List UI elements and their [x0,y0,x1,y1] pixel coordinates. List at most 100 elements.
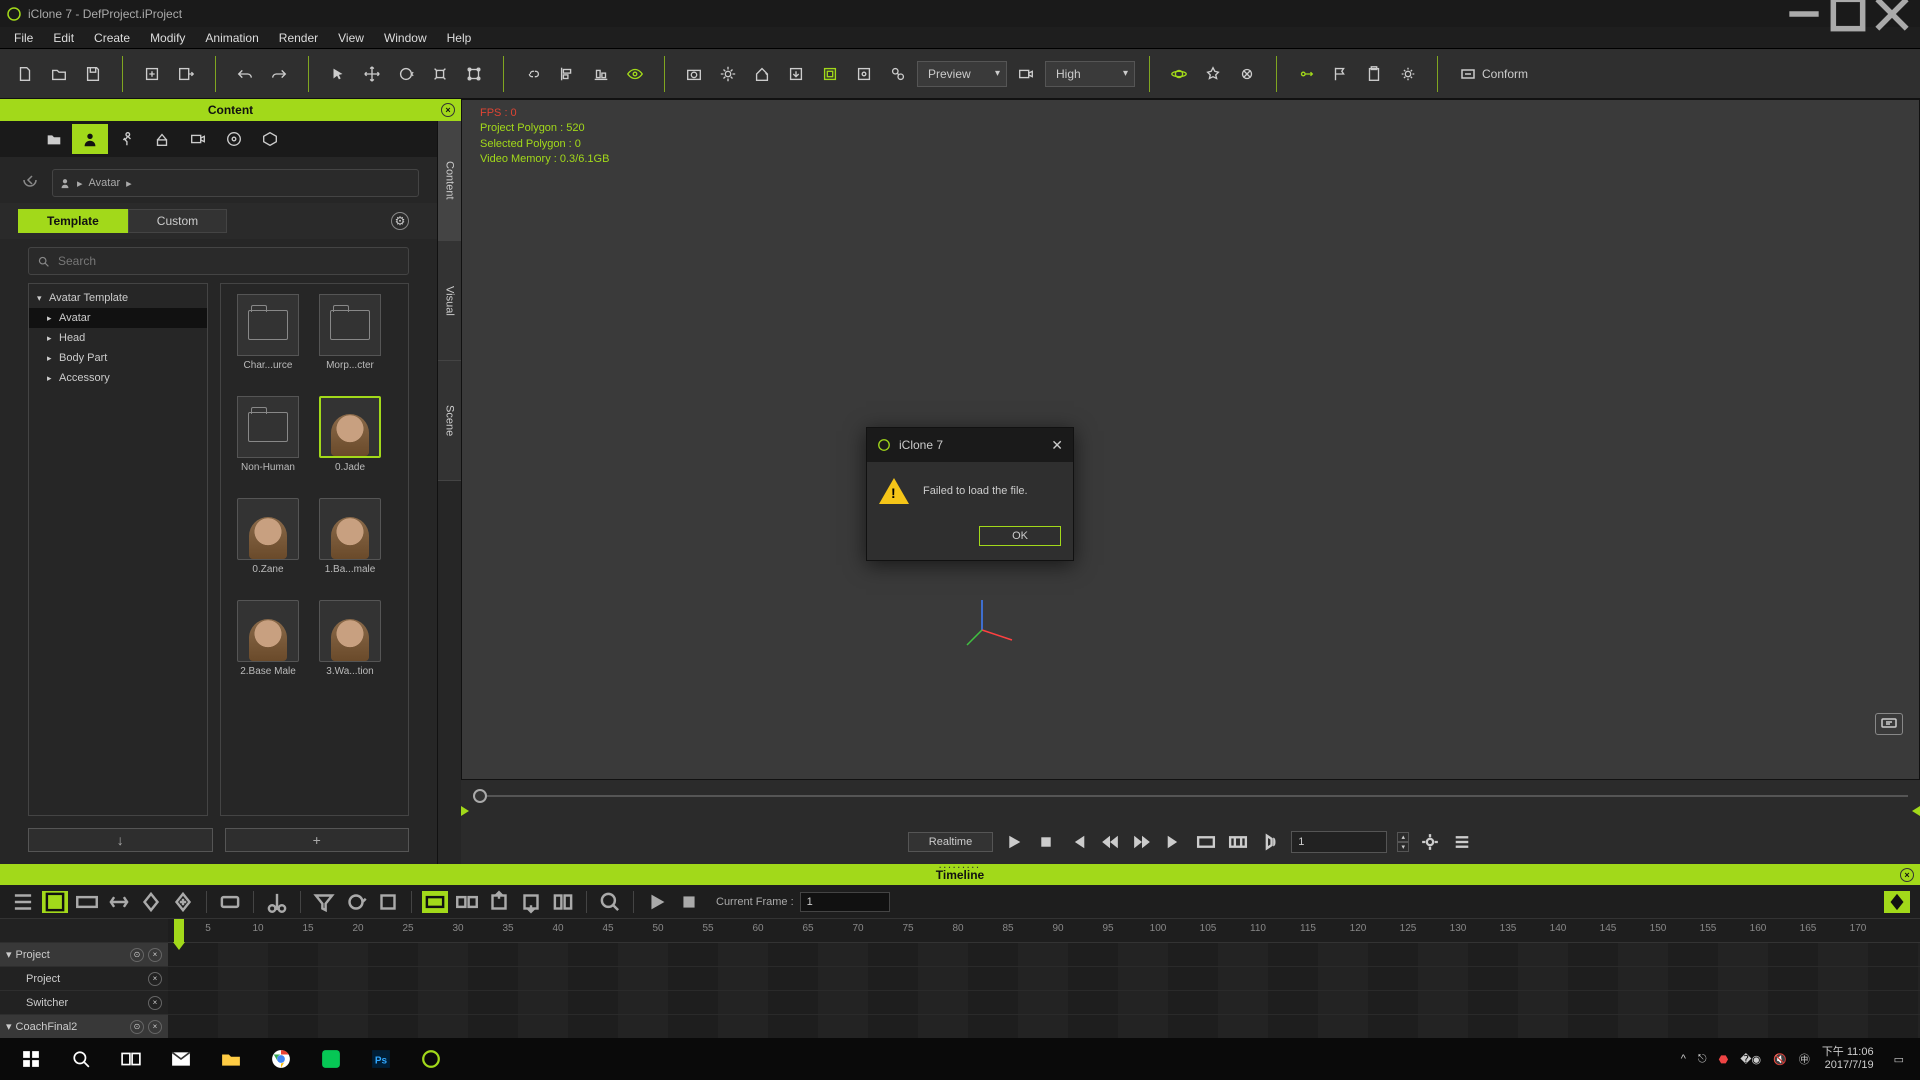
start-button[interactable] [6,1038,56,1080]
transform-tool[interactable] [459,59,489,89]
light-button[interactable] [713,59,743,89]
maximize-button[interactable] [1826,0,1870,27]
taskbar-mail[interactable] [156,1038,206,1080]
align-bottom-button[interactable] [586,59,616,89]
search-input[interactable]: Search [28,247,409,275]
new-project-button[interactable] [10,59,40,89]
dialog-close-button[interactable]: ✕ [1051,437,1063,454]
range-start-marker[interactable] [461,806,469,816]
tl-auto-key-button[interactable] [422,891,448,913]
preview-mode-select[interactable]: Preview [917,61,1007,87]
bounding-box-toggle[interactable] [815,59,845,89]
content-settings-button[interactable]: ⚙ [391,212,409,230]
notifications-button[interactable]: ▭ [1894,1053,1904,1066]
grid-item[interactable]: 1.Ba...male [313,498,387,592]
tl-stop-button[interactable] [676,891,702,913]
tl-link-button[interactable] [454,891,480,913]
taskbar-line[interactable] [306,1038,356,1080]
range-button[interactable] [1227,831,1249,853]
tree-item-avatar[interactable]: ▸Avatar [29,308,207,328]
quality-select[interactable]: High [1045,61,1135,87]
stop-button[interactable] [1035,831,1057,853]
category-avatar[interactable] [72,124,108,154]
category-project[interactable] [36,124,72,154]
home-button[interactable] [747,59,777,89]
category-media[interactable] [216,124,252,154]
taskbar-iclone[interactable] [406,1038,456,1080]
visibility-toggle[interactable] [620,59,650,89]
open-project-button[interactable] [44,59,74,89]
system-tray[interactable]: ^ ⎋ ⬣ �◉ 🔇 ㊥ 下午 11:06 2017/7/19 ▭ [1681,1046,1914,1072]
track-project[interactable]: Project× [0,967,168,991]
import-button[interactable] [137,59,167,89]
menu-modify[interactable]: Modify [140,29,195,47]
tl-loop-button[interactable] [343,891,369,913]
constraint-dropdown[interactable] [883,59,913,89]
effects-button[interactable] [1198,59,1228,89]
track-group-project[interactable]: ▾ Project⊙× [0,943,168,967]
global-illumination-button[interactable] [1232,59,1262,89]
side-tab-visual[interactable]: Visual [438,241,461,361]
apply-button[interactable]: ↓ [28,828,213,852]
track-remove-icon[interactable]: × [148,1020,162,1034]
align-left-button[interactable] [552,59,582,89]
side-tab-content[interactable]: Content [438,121,461,241]
add-button[interactable]: + [225,828,410,852]
select-tool[interactable] [323,59,353,89]
last-frame-button[interactable] [1163,831,1185,853]
export-button[interactable] [171,59,201,89]
tl-curve-button[interactable] [74,891,100,913]
grid-toggle[interactable] [781,59,811,89]
conform-button[interactable]: Conform [1452,66,1536,82]
play-button[interactable] [1003,831,1025,853]
tab-custom[interactable]: Custom [128,209,227,233]
menu-edit[interactable]: Edit [43,29,84,47]
taskbar-chrome[interactable] [256,1038,306,1080]
tl-dopesheet-button[interactable] [42,891,68,913]
task-view-button[interactable] [106,1038,156,1080]
side-tab-scene[interactable]: Scene [438,361,461,481]
grid-item[interactable]: Non-Human [231,396,305,490]
track-group-coach[interactable]: ▾ CoachFinal2⊙× [0,1015,168,1039]
tl-maximize-button[interactable] [1884,891,1910,913]
timeline-ruler[interactable]: 5101520253035404550556065707580859095100… [168,919,1920,943]
audio-button[interactable] [1259,831,1281,853]
dialog-ok-button[interactable]: OK [979,526,1061,546]
taskbar-photoshop[interactable]: Ps [356,1038,406,1080]
current-frame-input[interactable] [800,892,890,912]
flag-button[interactable] [1325,59,1355,89]
playback-mode[interactable]: Realtime [908,832,993,852]
tray-wifi-icon[interactable]: �◉ [1740,1053,1761,1066]
tl-key-button[interactable] [138,891,164,913]
loop-button[interactable] [1195,831,1217,853]
tl-zoom-fit-button[interactable] [106,891,132,913]
breadcrumb-back-button[interactable] [18,168,42,192]
redo-button[interactable] [264,59,294,89]
menu-help[interactable]: Help [437,29,482,47]
move-tool[interactable] [357,59,387,89]
menu-render[interactable]: Render [269,29,328,47]
tl-clip-button[interactable] [217,891,243,913]
marker-button[interactable] [1291,59,1321,89]
tl-cut-button[interactable] [264,891,290,913]
link-tool[interactable] [518,59,548,89]
tl-play-button[interactable] [644,891,670,913]
grid-item[interactable]: 3.Wa...tion [313,600,387,694]
track-switcher[interactable]: Switcher× [0,991,168,1015]
comment-button[interactable] [1875,713,1903,735]
minimize-button[interactable] [1782,0,1826,27]
category-stage[interactable] [252,124,288,154]
close-button[interactable] [1870,0,1914,27]
track-remove-icon[interactable]: × [148,996,162,1010]
physics-toggle[interactable] [1164,59,1194,89]
track-visibility-icon[interactable]: ⊙ [130,1020,144,1034]
tray-volume-icon[interactable]: 🔇 [1773,1053,1787,1066]
timeline-close-button[interactable]: × [1900,868,1914,882]
rewind-button[interactable] [1099,831,1121,853]
track-remove-icon[interactable]: × [148,948,162,962]
tree-item-bodypart[interactable]: ▸Body Part [29,348,207,368]
track-remove-icon[interactable]: × [148,972,162,986]
search-button[interactable] [56,1038,106,1080]
grid-item[interactable]: 2.Base Male [231,600,305,694]
tree-root[interactable]: ▾Avatar Template [29,288,207,308]
